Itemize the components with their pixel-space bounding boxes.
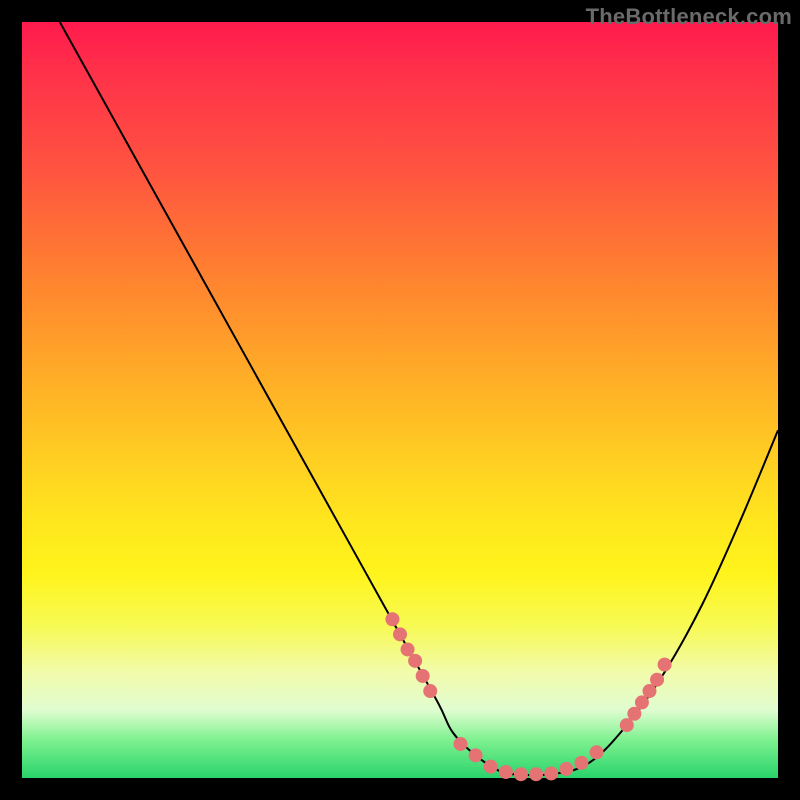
- marker-dot: [393, 627, 407, 641]
- marker-layer: [385, 612, 671, 781]
- marker-dot: [544, 766, 558, 780]
- marker-dot: [529, 767, 543, 781]
- marker-dot: [484, 760, 498, 774]
- marker-dot: [423, 684, 437, 698]
- marker-dot: [469, 748, 483, 762]
- marker-dot: [499, 765, 513, 779]
- chart-svg: [22, 22, 778, 778]
- marker-dot: [416, 669, 430, 683]
- marker-dot: [559, 762, 573, 776]
- marker-dot: [453, 737, 467, 751]
- marker-dot: [385, 612, 399, 626]
- outer-frame: TheBottleneck.com: [0, 0, 800, 800]
- marker-dot: [650, 673, 664, 687]
- marker-dot: [590, 745, 604, 759]
- plot-area: [22, 22, 778, 778]
- marker-dot: [408, 654, 422, 668]
- marker-dot: [514, 767, 528, 781]
- marker-dot: [574, 756, 588, 770]
- marker-dot: [658, 658, 672, 672]
- watermark-text: TheBottleneck.com: [586, 4, 792, 30]
